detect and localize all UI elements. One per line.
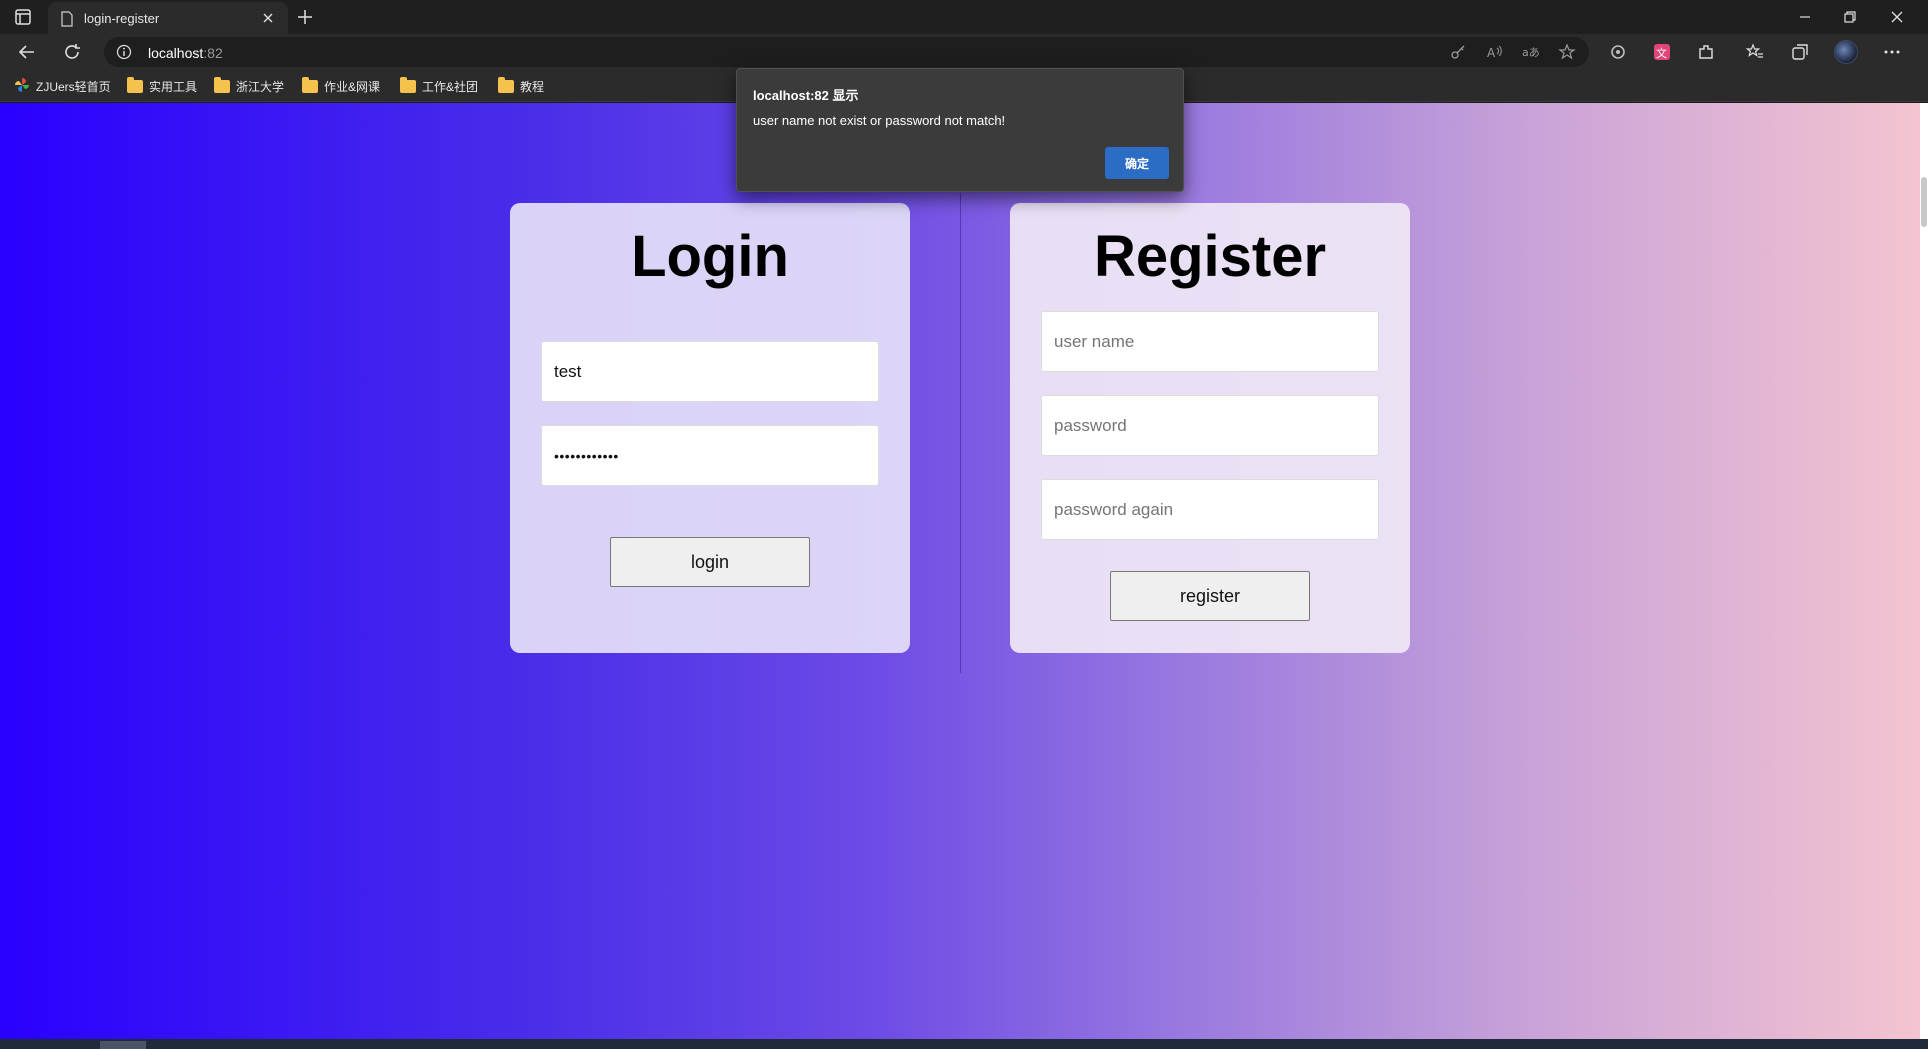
more-menu-icon[interactable] — [1882, 42, 1902, 62]
dialog-message: user name not exist or password not matc… — [753, 113, 1006, 128]
bookmark-folder-homework[interactable]: 作业&网课 — [302, 76, 381, 95]
bookmark-folder-tools[interactable]: 实用工具 — [127, 76, 198, 95]
register-card: Register user name password password aga… — [1010, 203, 1410, 653]
bookmark-folder-tutorials[interactable]: 教程 — [498, 76, 545, 95]
bookmark-label: 浙江大学 — [236, 79, 285, 94]
restore-icon[interactable] — [1839, 6, 1861, 28]
register-heading: Register — [1093, 224, 1327, 289]
new-tab-icon[interactable] — [296, 8, 314, 26]
login-card: Login test •••••••••••• login — [510, 203, 910, 653]
back-icon[interactable] — [16, 41, 38, 63]
tab-actions-icon[interactable] — [14, 8, 32, 26]
login-button[interactable]: login — [610, 537, 810, 587]
bookmark-folder-zju[interactable]: 浙江大学 — [214, 76, 285, 95]
center-divider — [960, 193, 961, 673]
page-viewport: Login test •••••••••••• login Register u… — [0, 103, 1920, 1039]
url-text: localhost:82 — [148, 45, 223, 61]
favorites-icon[interactable] — [1745, 42, 1765, 62]
login-password-input[interactable]: •••••••••••• — [541, 425, 879, 486]
folder-icon — [498, 76, 514, 93]
folder-icon — [127, 76, 143, 93]
tab-title: login-register — [84, 11, 160, 26]
bookmark-label: 工作&社团 — [422, 79, 479, 94]
bookmark-label: 作业&网课 — [324, 79, 381, 94]
collections-icon[interactable] — [1790, 42, 1810, 62]
minimize-icon[interactable] — [1794, 6, 1816, 28]
pinwheel-icon — [14, 77, 30, 96]
tab-bar: login-register — [0, 0, 1928, 34]
folder-icon — [302, 76, 318, 93]
bookmark-folder-work[interactable]: 工作&社团 — [400, 76, 479, 95]
reload-icon[interactable] — [61, 41, 83, 63]
horizontal-scroll-thumb[interactable] — [100, 1041, 146, 1049]
svg-text:aあ: aあ — [1522, 46, 1540, 59]
key-icon[interactable] — [1449, 43, 1467, 61]
address-toolbar: localhost:82 A aあ 文 — [0, 34, 1928, 70]
dialog-ok-button[interactable]: 确定 — [1105, 147, 1169, 179]
bookmark-zjuers[interactable]: ZJUers轻首页 — [14, 77, 111, 95]
svg-text:A: A — [1487, 46, 1496, 60]
address-bar[interactable]: localhost:82 A aあ — [104, 37, 1589, 67]
login-heading: Login — [631, 224, 789, 289]
folder-icon — [400, 76, 416, 93]
bookmark-label: 实用工具 — [149, 79, 198, 94]
bookmark-label: 教程 — [520, 79, 545, 94]
taskbar-strip — [0, 1039, 1928, 1049]
dialog-title: localhost:82 显示 — [753, 88, 859, 103]
read-aloud-icon[interactable]: A — [1486, 43, 1504, 61]
alert-dialog: localhost:82 显示 user name not exist or p… — [736, 68, 1184, 192]
browser-tab[interactable]: login-register — [48, 2, 288, 34]
site-info-icon[interactable] — [116, 44, 132, 60]
page-icon — [60, 11, 74, 27]
profile-avatar[interactable] — [1834, 40, 1858, 64]
favorite-star-icon[interactable] — [1558, 43, 1576, 61]
extension-gear-icon[interactable] — [1608, 42, 1628, 62]
vertical-scrollbar[interactable] — [1920, 103, 1928, 1039]
translate-icon[interactable]: aあ — [1522, 43, 1540, 61]
extensions-puzzle-icon[interactable] — [1696, 42, 1716, 62]
close-window-icon[interactable] — [1886, 6, 1908, 28]
register-password-again-input[interactable]: password again — [1041, 479, 1379, 540]
register-button[interactable]: register — [1110, 571, 1310, 621]
login-username-input[interactable]: test — [541, 341, 879, 402]
vertical-scrollbar-thumb[interactable] — [1921, 177, 1927, 227]
folder-icon — [214, 76, 230, 93]
close-tab-icon[interactable] — [260, 10, 276, 26]
extension-translate-icon[interactable]: 文 — [1652, 42, 1672, 62]
register-password-input[interactable]: password — [1041, 395, 1379, 456]
bookmark-label: ZJUers轻首页 — [36, 79, 111, 94]
register-username-input[interactable]: user name — [1041, 311, 1379, 372]
svg-text:文: 文 — [1656, 46, 1667, 60]
